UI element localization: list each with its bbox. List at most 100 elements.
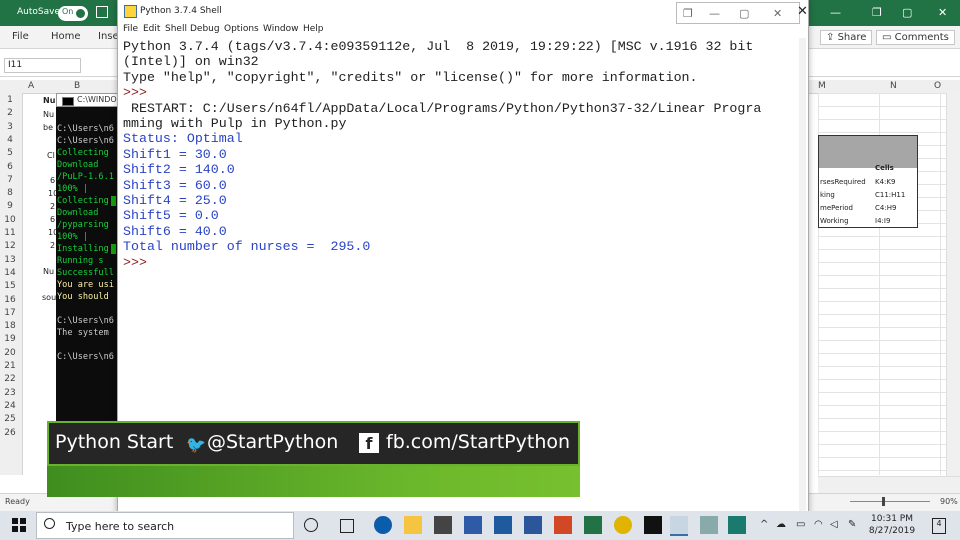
idle-taskbar-icon[interactable] <box>670 516 688 536</box>
row-header[interactable]: 13 <box>0 255 20 265</box>
chevron-up-icon[interactable]: ^ <box>760 519 768 530</box>
row-header[interactable]: 25 <box>0 414 20 424</box>
idle-scrollbar[interactable] <box>799 38 806 538</box>
powerpoint-icon[interactable] <box>554 516 572 534</box>
table-name[interactable]: rsesRequired <box>820 178 866 186</box>
row-header[interactable]: 16 <box>0 295 20 305</box>
cloud-icon[interactable]: ☁ <box>776 519 786 530</box>
windows-start-icon[interactable] <box>12 518 26 532</box>
edge-icon[interactable] <box>374 516 392 534</box>
maximize-icon[interactable]: ▢ <box>739 7 749 20</box>
outlook-icon[interactable] <box>494 516 512 534</box>
wifi-icon[interactable]: ◠ <box>814 519 823 530</box>
row-header[interactable]: 14 <box>0 268 20 278</box>
row-header[interactable]: 12 <box>0 241 20 251</box>
task-view-icon[interactable] <box>340 519 354 533</box>
excel-icon[interactable] <box>584 516 602 534</box>
file-explorer-icon[interactable] <box>404 516 422 534</box>
autosave-toggle[interactable]: On <box>58 6 88 21</box>
col-header-b[interactable]: B <box>74 81 80 91</box>
row-header[interactable]: 20 <box>0 348 20 358</box>
close-icon[interactable]: ✕ <box>938 6 947 19</box>
tab-insert[interactable]: Inse <box>98 31 119 42</box>
table-cells[interactable]: I4:I9 <box>875 217 890 225</box>
row-header[interactable]: 8 <box>0 188 20 198</box>
table-name[interactable]: mePeriod <box>820 204 853 212</box>
row-header[interactable]: 3 <box>0 122 20 132</box>
network-icon[interactable]: ▭ <box>796 519 805 530</box>
row-header[interactable]: 1 <box>0 95 20 105</box>
row-header[interactable]: 5 <box>0 148 20 158</box>
menu-file[interactable]: File <box>123 24 138 34</box>
row-header[interactable]: 24 <box>0 401 20 411</box>
col-header-o[interactable]: O <box>934 81 941 91</box>
row-header[interactable]: 6 <box>0 162 20 172</box>
row-header[interactable]: 7 <box>0 175 20 185</box>
menu-options[interactable]: Options <box>224 24 259 34</box>
cmd-title-bar[interactable]: C:\WINDO <box>56 93 119 107</box>
store-icon[interactable] <box>434 516 452 534</box>
search-placeholder[interactable]: Type here to search <box>66 520 174 533</box>
cell-b2[interactable]: be <box>43 123 53 132</box>
menu-window[interactable]: Window <box>263 24 299 34</box>
taskbar-clock[interactable]: 10:31 PM 8/27/2019 <box>862 513 922 537</box>
cell-b7[interactable]: 6 <box>50 215 55 224</box>
menu-help[interactable]: Help <box>303 24 324 34</box>
close-icon[interactable]: ✕ <box>773 7 782 20</box>
row-header[interactable]: 15 <box>0 281 20 291</box>
table-name[interactable]: Working <box>820 217 849 225</box>
row-header[interactable]: 11 <box>0 228 20 238</box>
zoom-slider[interactable] <box>850 501 930 502</box>
maximize-icon[interactable]: ▢ <box>902 6 912 19</box>
row-header[interactable]: 18 <box>0 321 20 331</box>
app-icon-3[interactable] <box>728 516 746 534</box>
menu-shell[interactable]: Shell <box>165 24 187 34</box>
idle-close-icon[interactable]: ✕ <box>797 4 808 19</box>
notification-icon[interactable]: 4 <box>932 518 946 534</box>
menu-debug[interactable]: Debug <box>190 24 220 34</box>
chrome-icon[interactable] <box>614 516 632 534</box>
cell-b1b[interactable]: Nu <box>43 110 54 119</box>
row-header[interactable]: 17 <box>0 308 20 318</box>
name-box[interactable]: I11 <box>4 58 81 73</box>
cortana-icon[interactable] <box>304 518 318 532</box>
cell-b11[interactable]: Nu <box>43 267 54 276</box>
cell-b4[interactable]: 6 <box>50 176 55 185</box>
row-header[interactable]: 21 <box>0 361 20 371</box>
volume-icon[interactable]: ◁ <box>830 519 838 530</box>
col-header-m[interactable]: M <box>818 81 826 91</box>
tab-home[interactable]: Home <box>51 31 81 42</box>
restore-icon[interactable]: ❐ <box>872 6 882 19</box>
app-icon[interactable] <box>464 516 482 534</box>
cmd-taskbar-icon[interactable] <box>644 516 662 534</box>
row-header[interactable]: 26 <box>0 428 20 438</box>
cell-b6[interactable]: 2 <box>50 202 55 211</box>
row-header[interactable]: 9 <box>0 201 20 211</box>
vertical-scrollbar[interactable] <box>946 93 960 476</box>
word-icon[interactable] <box>524 516 542 534</box>
tab-file[interactable]: File <box>12 31 29 42</box>
restore-icon[interactable]: ❐ <box>683 7 693 20</box>
row-header[interactable]: 23 <box>0 388 20 398</box>
table-cells[interactable]: C11:H11 <box>875 191 905 199</box>
cell-b1[interactable]: Nu <box>43 96 55 105</box>
comments-button[interactable]: ▭ Comments <box>876 30 955 45</box>
minimize-icon[interactable]: — <box>709 7 720 20</box>
minimize-icon[interactable]: — <box>830 6 841 19</box>
col-header-n[interactable]: N <box>890 81 897 91</box>
zoom-knob[interactable] <box>882 497 885 506</box>
table-cells[interactable]: C4:H9 <box>875 204 896 212</box>
row-header[interactable]: 22 <box>0 374 20 384</box>
row-header[interactable]: 4 <box>0 135 20 145</box>
table-name[interactable]: king <box>820 191 835 199</box>
row-header[interactable]: 10 <box>0 215 20 225</box>
cell-b13[interactable]: sou <box>42 293 56 302</box>
save-icon[interactable] <box>96 6 108 18</box>
cell-b3[interactable]: Cl <box>47 151 55 160</box>
row-header[interactable]: 19 <box>0 334 20 344</box>
cell-b9[interactable]: 2 <box>50 241 55 250</box>
share-button[interactable]: ⇪ Share <box>820 30 873 45</box>
table-cells[interactable]: K4:K9 <box>875 178 895 186</box>
horizontal-scrollbar[interactable] <box>818 476 960 493</box>
app-icon-2[interactable] <box>700 516 718 534</box>
